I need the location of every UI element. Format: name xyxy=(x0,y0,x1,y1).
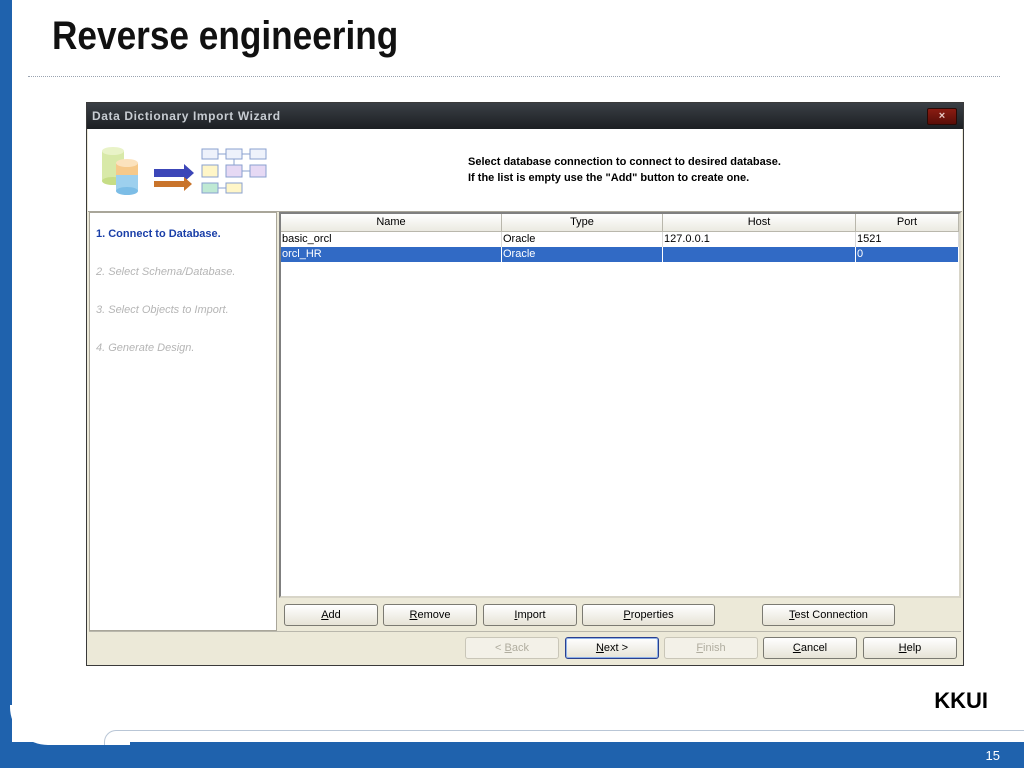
brand-label: KKUI xyxy=(934,688,988,713)
cancel-button[interactable]: Cancel xyxy=(763,637,857,659)
btn-post: ext > xyxy=(603,642,629,654)
column-header-host[interactable]: Host xyxy=(663,214,856,231)
step-generate-design: 4. Generate Design. xyxy=(96,342,195,354)
help-button[interactable]: Help xyxy=(863,637,957,659)
btn-post: ack xyxy=(511,642,529,654)
btn-post: inish xyxy=(703,642,726,654)
cell-port: 0 xyxy=(856,247,959,262)
cell-name: basic_orcl xyxy=(281,232,502,247)
cell-type: Oracle xyxy=(502,232,663,247)
remove-button[interactable]: Remove xyxy=(383,604,477,626)
header-instruction-2: If the list is empty use the "Add" butto… xyxy=(468,172,750,184)
diagram-thumbnail xyxy=(201,148,267,194)
cell-host xyxy=(663,247,856,262)
column-header-type[interactable]: Type xyxy=(502,214,663,231)
btn-post: roperties xyxy=(630,609,674,621)
back-button[interactable]: < Back xyxy=(465,637,559,659)
header-instruction-1: Select database connection to connect to… xyxy=(468,156,781,168)
import-arrows xyxy=(154,164,194,191)
btn-accel: N xyxy=(595,642,604,654)
table-header: Name Type Host Port xyxy=(281,214,959,232)
import-wizard-window: Data Dictionary Import Wizard × Select d… xyxy=(86,102,964,666)
btn-accel: P xyxy=(623,609,631,621)
step-connect-to-database: 1. Connect to Database. xyxy=(96,228,221,240)
cell-type: Oracle xyxy=(502,247,663,262)
btn-post: est Connection xyxy=(794,609,868,621)
slide-title: Reverse engineering xyxy=(52,14,399,58)
window-title: Data Dictionary Import Wizard xyxy=(92,109,281,123)
properties-button[interactable]: Properties xyxy=(582,604,715,626)
btn-post: emove xyxy=(417,609,451,621)
btn-accel: H xyxy=(898,642,907,654)
finish-button[interactable]: Finish xyxy=(664,637,758,659)
column-header-name[interactable]: Name xyxy=(281,214,502,231)
connections-table[interactable]: Name Type Host Port basic_orcl Oracle 12… xyxy=(279,212,961,598)
slide-footer-rule xyxy=(104,730,1024,745)
btn-accel: B xyxy=(504,642,512,654)
title-divider xyxy=(28,76,1000,77)
add-button[interactable]: Add xyxy=(284,604,378,626)
import-button[interactable]: Import xyxy=(483,604,577,626)
close-button[interactable]: × xyxy=(927,108,957,125)
btn-post: dd xyxy=(328,609,341,621)
footer-separator xyxy=(89,631,961,632)
wizard-steps-panel: 1. Connect to Database. 2. Select Schema… xyxy=(89,212,277,631)
test-connection-button[interactable]: Test Connection xyxy=(762,604,895,626)
btn-accel: A xyxy=(321,609,329,621)
btn-accel: C xyxy=(792,642,801,654)
table-row[interactable]: basic_orcl Oracle 127.0.0.1 1521 xyxy=(281,232,959,247)
step-select-objects: 3. Select Objects to Import. xyxy=(96,304,229,316)
slide-left-bar xyxy=(0,0,12,768)
close-icon: × xyxy=(938,110,946,122)
database-cylinders xyxy=(102,147,138,195)
btn-post: elp xyxy=(906,642,922,654)
table-row-selected[interactable]: orcl_HR Oracle 0 xyxy=(281,247,959,262)
step-select-schema: 2. Select Schema/Database. xyxy=(96,266,236,278)
btn-post: ancel xyxy=(800,642,828,654)
column-header-port[interactable]: Port xyxy=(856,214,959,231)
page-number: 15 xyxy=(985,748,1000,763)
database-import-icon xyxy=(102,147,267,195)
window-titlebar[interactable]: Data Dictionary Import Wizard × xyxy=(87,103,963,129)
btn-pre: < xyxy=(495,642,505,654)
cell-port: 1521 xyxy=(856,232,959,247)
slide-bottom-band xyxy=(0,742,1024,768)
btn-post: mport xyxy=(517,609,546,621)
wizard-header: Select database connection to connect to… xyxy=(88,129,962,212)
next-button[interactable]: Next > xyxy=(565,637,659,659)
cell-name: orcl_HR xyxy=(281,247,502,262)
cell-host: 127.0.0.1 xyxy=(663,232,856,247)
